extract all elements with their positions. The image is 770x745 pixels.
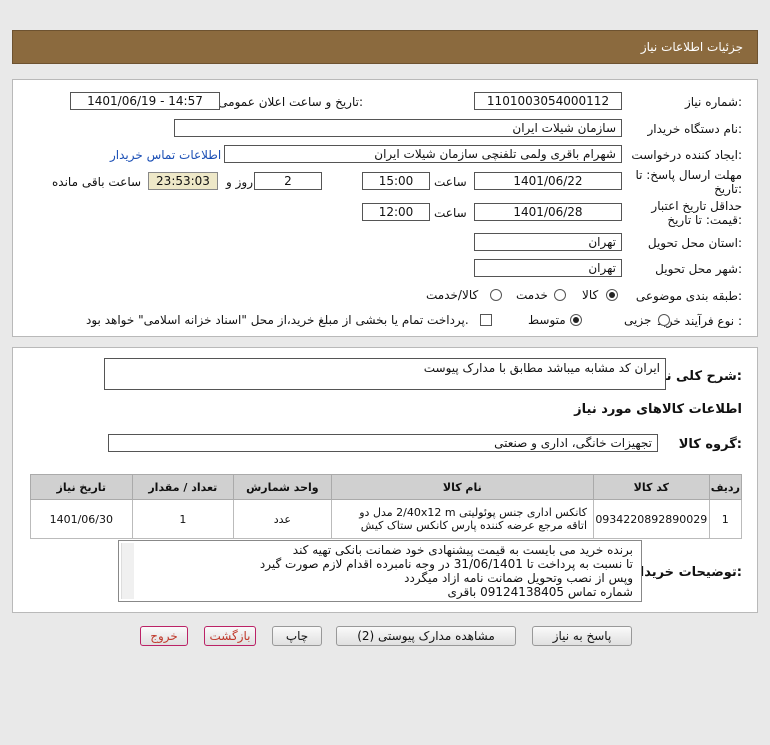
process-option-medium: متوسط bbox=[528, 313, 566, 327]
goods-table: ردیف کد کالا نام کالا واحد شمارش تعداد /… bbox=[30, 474, 743, 539]
notes-line: وپس از نصب وتحویل ضمانت نامه ازاد میگردد bbox=[404, 571, 633, 585]
treasury-payment-checkbox[interactable] bbox=[480, 314, 492, 326]
page-title: جزئیات اطلاعات نیاز bbox=[640, 40, 743, 54]
cell-name: کانکس اداری جنس پوئولیتی 2/40x12 m مدل د… bbox=[330, 499, 595, 539]
validity-date-field: 1401/06/28 bbox=[474, 203, 622, 221]
cell-date: 1401/06/30 bbox=[30, 499, 133, 539]
category-option-goods: کالا bbox=[582, 288, 599, 302]
treasury-payment-note: پرداخت تمام یا بخشی از مبلغ خرید،از محل … bbox=[86, 313, 469, 327]
col-unit-header: واحد شمارش bbox=[233, 474, 332, 500]
requester-label: ایجاد کننده درخواست: bbox=[631, 148, 742, 162]
buyer-notes-box: برنده خرید می بایست به قیمت پیشنهادی خود… bbox=[118, 540, 642, 602]
deadline-time-field: 15:00 bbox=[362, 172, 430, 190]
reply-button[interactable]: پاسخ به نیاز bbox=[532, 626, 632, 646]
remaining-label: ساعت باقی مانده bbox=[52, 175, 142, 189]
city-label: شهر محل تحویل: bbox=[655, 262, 742, 276]
buyer-contact-link[interactable]: اطلاعات تماس خریدار bbox=[110, 148, 221, 162]
goods-group-label: گروه کالا: bbox=[678, 437, 742, 452]
remaining-time-field: 23:53:03 bbox=[148, 172, 218, 190]
notes-line: تا نسبت به پرداخت تا 31/06/1401 در وجه ن… bbox=[259, 557, 633, 571]
notes-line: شماره تماس 09124138405 باقری bbox=[447, 585, 634, 599]
attachments-button[interactable]: مشاهده مدارک پیوستی (2) bbox=[336, 626, 516, 646]
requester-field: شهرام باقری ولمی تلفنچی سازمان شیلات ایر… bbox=[224, 145, 622, 163]
notes-line: برنده خرید می بایست به قیمت پیشنهادی خود… bbox=[292, 543, 633, 557]
back-button[interactable]: بازگشت bbox=[204, 626, 256, 646]
category-label: طبقه بندی موضوعی: bbox=[635, 289, 742, 303]
need-number-label: شماره نیاز: bbox=[684, 95, 742, 109]
category-radio-goods-service[interactable] bbox=[490, 289, 502, 301]
announce-field: 1401/06/19 - 14:57 bbox=[70, 92, 220, 110]
deadline-label: مهلت ارسال پاسخ: تا تاریخ: bbox=[635, 168, 742, 196]
exit-button[interactable]: خروج bbox=[140, 626, 188, 646]
col-date-header: تاریخ نیاز bbox=[30, 474, 133, 500]
cell-qty: 1 bbox=[131, 499, 235, 539]
province-label: استان محل تحویل: bbox=[647, 236, 742, 250]
process-radio-medium[interactable] bbox=[570, 314, 582, 326]
city-field: تهران bbox=[474, 259, 622, 277]
cell-unit: عدد bbox=[233, 499, 332, 539]
col-name-header: نام کالا bbox=[330, 474, 595, 500]
validity-label: حداقل تاریخ اعتبار قیمت: تا تاریخ: bbox=[651, 199, 742, 227]
category-radio-service[interactable] bbox=[554, 289, 566, 301]
category-option-service: خدمت bbox=[516, 288, 548, 302]
col-qty-header: تعداد / مقدار bbox=[131, 474, 235, 500]
province-field: تهران bbox=[474, 233, 622, 251]
goods-group-field: تجهیزات خانگی، اداری و صنعتی bbox=[108, 434, 658, 452]
table-row: 1 0934220892890029 کانکس اداری جنس پوئول… bbox=[30, 499, 743, 539]
page-header: جزئیات اطلاعات نیاز bbox=[12, 30, 758, 64]
print-button[interactable]: چاپ bbox=[272, 626, 322, 646]
days-label: روز و bbox=[226, 175, 253, 189]
validity-time-field: 12:00 bbox=[362, 203, 430, 221]
need-number-field: 1101003054000112 bbox=[474, 92, 622, 110]
col-row-header: ردیف bbox=[708, 474, 743, 500]
deadline-time-label: ساعت bbox=[434, 175, 467, 189]
deadline-date-field: 1401/06/22 bbox=[474, 172, 622, 190]
notes-scrollbar[interactable] bbox=[121, 543, 134, 599]
validity-time-label: ساعت bbox=[434, 206, 467, 220]
process-option-minor: جزیی bbox=[624, 313, 652, 327]
category-radio-goods[interactable] bbox=[606, 289, 618, 301]
days-field: 2 bbox=[254, 172, 322, 190]
cell-row: 1 bbox=[708, 499, 743, 539]
process-radio-minor[interactable] bbox=[658, 314, 670, 326]
category-option-goods-service: کالا/خدمت bbox=[426, 288, 479, 302]
col-code-header: کد کالا bbox=[593, 474, 710, 500]
announce-label: تاریخ و ساعت اعلان عمومی: bbox=[218, 95, 363, 109]
description-field: ایران کد مشابه میباشد مطابق با مدارک پیو… bbox=[104, 358, 666, 390]
cell-code: 0934220892890029 bbox=[593, 499, 710, 539]
buyer-org-field: سازمان شیلات ایران bbox=[174, 119, 622, 137]
buyer-org-label: نام دستگاه خریدار: bbox=[647, 122, 743, 136]
goods-info-title: اطلاعات کالاهای مورد نیاز bbox=[574, 402, 742, 417]
buyer-notes-label: توضیحات خریدار: bbox=[632, 565, 742, 580]
